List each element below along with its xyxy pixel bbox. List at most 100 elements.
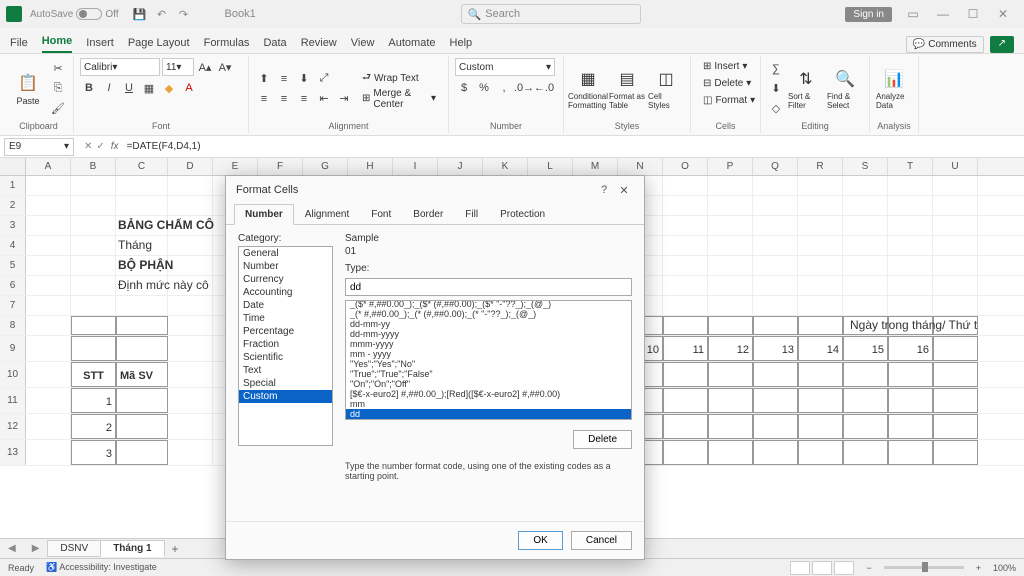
cell-O6[interactable] bbox=[663, 276, 708, 295]
format-table-button[interactable]: ▤Format as Table bbox=[609, 68, 645, 110]
comments-button[interactable]: 💬 Comments bbox=[906, 36, 984, 53]
cell-O3[interactable] bbox=[663, 216, 708, 235]
cell-C3[interactable] bbox=[116, 216, 168, 235]
cell-P4[interactable] bbox=[708, 236, 753, 255]
ribbon-options-icon[interactable]: ▭ bbox=[898, 7, 928, 21]
cell-Q9[interactable]: 13 bbox=[753, 336, 798, 361]
conditional-formatting-button[interactable]: ▦Conditional Formatting bbox=[570, 68, 606, 110]
formula-input[interactable]: =DATE(F4,D4,1) bbox=[123, 141, 1024, 152]
cell-B7[interactable] bbox=[71, 296, 116, 315]
type-list[interactable]: _($* #,##0.00_);_($* (#,##0.00);_($* "-"… bbox=[345, 300, 632, 420]
cell-R2[interactable] bbox=[798, 196, 843, 215]
fill-icon[interactable]: ⬇ bbox=[767, 80, 785, 98]
dlg-tab-border[interactable]: Border bbox=[402, 204, 454, 224]
category-list[interactable]: GeneralNumberCurrencyAccountingDateTimeP… bbox=[238, 246, 333, 446]
category-item[interactable]: Scientific bbox=[239, 351, 332, 364]
redo-icon[interactable]: ↷ bbox=[175, 5, 193, 23]
type-item[interactable]: mm bbox=[346, 399, 631, 409]
cell-T9[interactable]: 16 bbox=[888, 336, 933, 361]
increase-decimal-icon[interactable]: .0→ bbox=[515, 79, 533, 97]
cell-A8[interactable] bbox=[26, 316, 71, 335]
tab-view[interactable]: View bbox=[351, 33, 375, 53]
copy-icon[interactable]: ⎘ bbox=[49, 80, 67, 98]
cell-D4[interactable] bbox=[168, 236, 213, 255]
cut-icon[interactable]: ✂ bbox=[49, 60, 67, 78]
cell-C12[interactable] bbox=[116, 414, 168, 439]
sheet-nav-next-icon[interactable]: ▶ bbox=[24, 543, 48, 554]
increase-indent-icon[interactable]: ⇥ bbox=[335, 90, 353, 108]
cell-O8[interactable] bbox=[663, 316, 708, 335]
cell-T11[interactable] bbox=[888, 388, 933, 413]
cell-Q6[interactable] bbox=[753, 276, 798, 295]
name-box[interactable]: E9▾ bbox=[4, 138, 74, 156]
align-center-icon[interactable]: ≡ bbox=[275, 90, 293, 108]
row-header-11[interactable]: 11 bbox=[0, 388, 26, 413]
col-T[interactable]: T bbox=[888, 158, 933, 175]
category-item[interactable]: Special bbox=[239, 377, 332, 390]
cell-S1[interactable] bbox=[843, 176, 888, 195]
cell-R10[interactable] bbox=[798, 362, 843, 387]
minimize-icon[interactable]: — bbox=[928, 7, 958, 21]
cell-Q7[interactable] bbox=[753, 296, 798, 315]
cell-R7[interactable] bbox=[798, 296, 843, 315]
cell-O7[interactable] bbox=[663, 296, 708, 315]
cell-C7[interactable] bbox=[116, 296, 168, 315]
align-right-icon[interactable]: ≡ bbox=[295, 90, 313, 108]
col-Q[interactable]: Q bbox=[753, 158, 798, 175]
col-F[interactable]: F bbox=[258, 158, 303, 175]
type-item[interactable]: "Yes";"Yes";"No" bbox=[346, 359, 631, 369]
col-S[interactable]: S bbox=[843, 158, 888, 175]
format-button[interactable]: ◫ Format ▾ bbox=[697, 92, 761, 108]
cell-B1[interactable] bbox=[71, 176, 116, 195]
tab-home[interactable]: Home bbox=[42, 31, 73, 53]
type-item[interactable]: "On";"On";"Off" bbox=[346, 379, 631, 389]
cell-A11[interactable] bbox=[26, 388, 71, 413]
cell-Q2[interactable] bbox=[753, 196, 798, 215]
category-item[interactable]: Time bbox=[239, 312, 332, 325]
sheet-tab-thang1[interactable]: Tháng 1 bbox=[100, 540, 164, 557]
currency-icon[interactable]: $ bbox=[455, 79, 473, 97]
cell-D13[interactable] bbox=[168, 440, 213, 465]
col-A[interactable]: A bbox=[26, 158, 71, 175]
cell-T7[interactable] bbox=[888, 296, 933, 315]
cell-O12[interactable] bbox=[663, 414, 708, 439]
cell-O13[interactable] bbox=[663, 440, 708, 465]
align-top-icon[interactable]: ⬆ bbox=[255, 70, 273, 88]
cell-T5[interactable] bbox=[888, 256, 933, 275]
cell-A7[interactable] bbox=[26, 296, 71, 315]
increase-font-icon[interactable]: A▴ bbox=[196, 58, 214, 76]
cell-T1[interactable] bbox=[888, 176, 933, 195]
cell-P5[interactable] bbox=[708, 256, 753, 275]
cell-U4[interactable] bbox=[933, 236, 978, 255]
percent-icon[interactable]: % bbox=[475, 79, 493, 97]
ok-button[interactable]: OK bbox=[518, 531, 562, 550]
cell-C1[interactable] bbox=[116, 176, 168, 195]
cell-D3[interactable] bbox=[168, 216, 213, 235]
cell-A1[interactable] bbox=[26, 176, 71, 195]
cell-Q8[interactable] bbox=[753, 316, 798, 335]
col-D[interactable]: D bbox=[168, 158, 213, 175]
col-L[interactable]: L bbox=[528, 158, 573, 175]
type-item[interactable]: [$€-x-euro2] #,##0.00_);[Red]([$€-x-euro… bbox=[346, 389, 631, 399]
cell-D11[interactable] bbox=[168, 388, 213, 413]
cell-B9[interactable] bbox=[71, 336, 116, 361]
row-header-6[interactable]: 6 bbox=[0, 276, 26, 295]
cell-P9[interactable]: 12 bbox=[708, 336, 753, 361]
wrap-text-button[interactable]: ⮐ Wrap Text bbox=[356, 70, 442, 88]
cell-S4[interactable] bbox=[843, 236, 888, 255]
cell-O11[interactable] bbox=[663, 388, 708, 413]
dlg-tab-alignment[interactable]: Alignment bbox=[294, 204, 360, 224]
col-G[interactable]: G bbox=[303, 158, 348, 175]
cancel-button[interactable]: Cancel bbox=[571, 531, 632, 550]
cell-A6[interactable] bbox=[26, 276, 71, 295]
row-header-4[interactable]: 4 bbox=[0, 236, 26, 255]
col-E[interactable]: E bbox=[213, 158, 258, 175]
cell-R13[interactable] bbox=[798, 440, 843, 465]
cell-T3[interactable] bbox=[888, 216, 933, 235]
cell-B3[interactable] bbox=[71, 216, 116, 235]
cell-P12[interactable] bbox=[708, 414, 753, 439]
tab-insert[interactable]: Insert bbox=[86, 33, 114, 53]
share-button[interactable]: ↗ bbox=[990, 36, 1014, 53]
autosave-toggle[interactable]: AutoSave Off bbox=[30, 8, 119, 20]
row-header-12[interactable]: 12 bbox=[0, 414, 26, 439]
